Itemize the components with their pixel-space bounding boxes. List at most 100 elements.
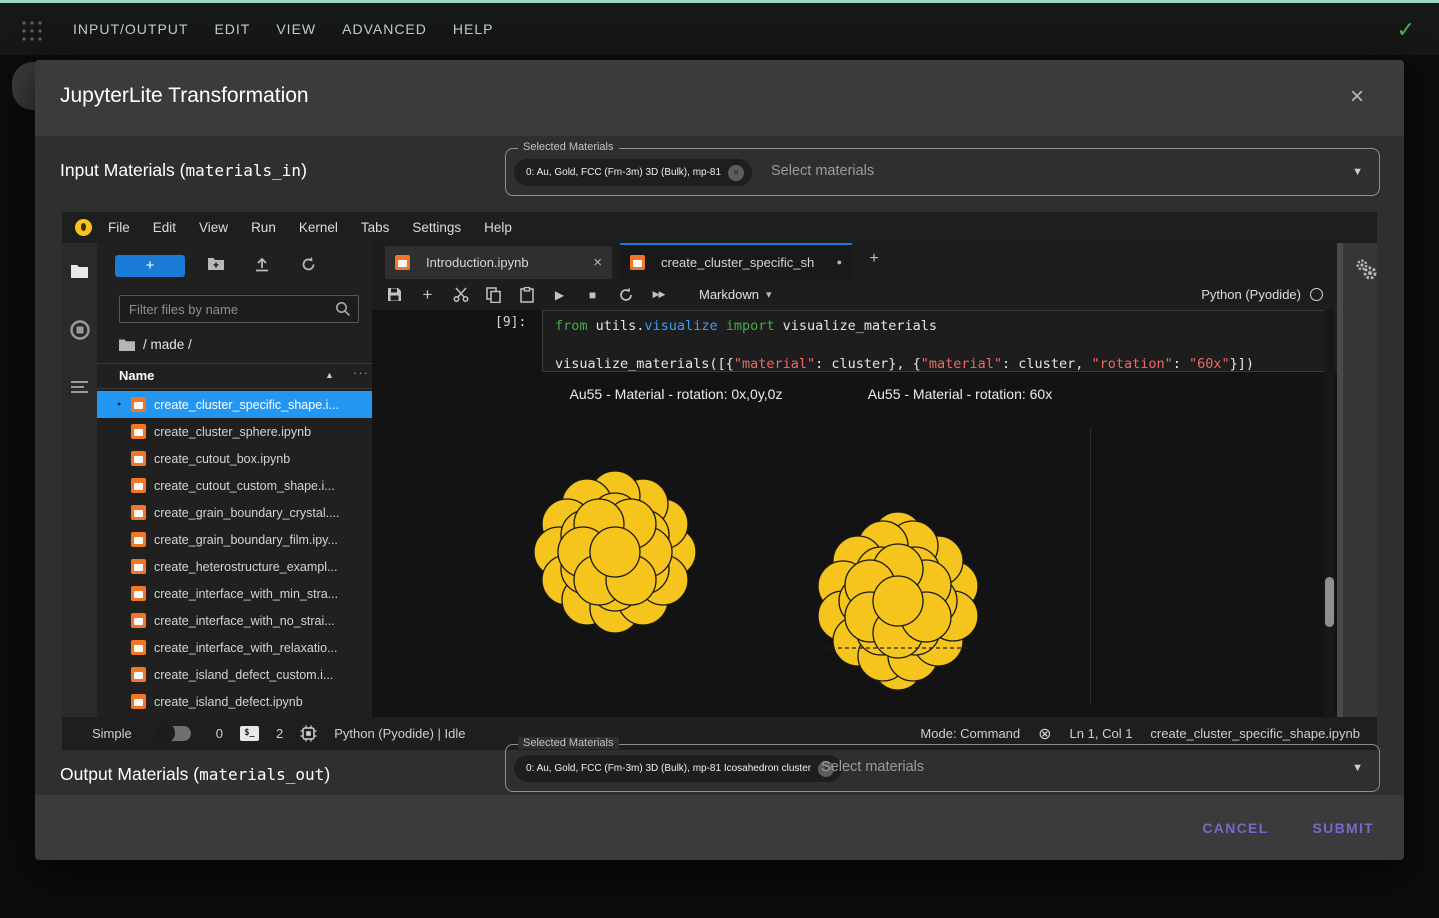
input-material-chip: 0: Au, Gold, FCC (Fm-3m) 3D (Bulk), mp-8… [514,159,753,186]
cancel-button[interactable]: CANCEL [1202,820,1268,836]
stop-icon[interactable]: ■ [582,288,603,302]
restart-kernel-icon[interactable] [615,287,636,303]
sort-asc-icon[interactable]: ▲ [325,370,334,380]
topbar-menu-edit[interactable]: EDIT [214,21,250,37]
file-row[interactable]: ●create_cutout_box.ipynb [97,445,372,472]
file-row[interactable]: ● create_cluster_specific_shape.i... [97,391,372,418]
breadcrumb[interactable]: / made / [119,337,192,352]
jupyterlite-logo-icon [75,219,92,236]
trust-shield-icon[interactable]: ⊗ [1038,724,1051,744]
cursor-position-label[interactable]: Ln 1, Col 1 [1070,726,1133,741]
notebook-icon [131,424,146,439]
kernel-name: Python (Pyodide) [1201,287,1301,302]
tab-introduction[interactable]: Introduction.ipynb × [385,246,612,279]
chip-delete-icon[interactable]: × [728,164,745,181]
notebook-icon [131,397,146,412]
jupyter-menubar: File Edit View Run Kernel Tabs Settings Help [62,212,1377,243]
new-folder-icon[interactable] [207,256,225,271]
table-of-contents-tab-icon[interactable] [70,380,89,396]
header-more-icon[interactable]: ··· [353,365,369,380]
file-browser-tab-icon[interactable] [70,262,89,279]
paste-icon[interactable] [516,286,537,303]
kernel-state-label[interactable]: Python (Pyodide) | Idle [334,726,465,741]
input-select-legend: Selected Materials [518,141,619,153]
refresh-icon[interactable] [300,256,317,273]
save-icon[interactable] [384,287,405,302]
cell-type-select[interactable]: Markdown ▾ [699,287,772,302]
jupyter-menu-settings[interactable]: Settings [412,220,461,235]
cell-type-value: Markdown [699,287,759,302]
file-row[interactable]: ●create_heterostructure_exampl... [97,553,372,580]
topbar-menu-input-output[interactable]: INPUT/OUTPUT [73,21,188,37]
jupyter-menu-run[interactable]: Run [251,220,276,235]
run-icon[interactable]: ▶ [549,288,570,302]
upload-icon[interactable] [254,256,270,272]
output-select-legend: Selected Materials [518,737,619,749]
topbar-menu-help[interactable]: HELP [453,21,494,37]
new-launcher-button[interactable]: + [115,255,185,277]
jupyter-menu-tabs[interactable]: Tabs [361,220,390,235]
file-name: create_island_defect.ipynb [154,694,303,709]
simple-mode-toggle[interactable] [154,723,191,743]
add-cell-icon[interactable]: + [417,285,438,305]
copy-icon[interactable] [483,286,504,303]
running-kernels-tab-icon[interactable] [70,320,90,340]
file-row[interactable]: ●create_island_defect.ipynb [97,688,372,715]
file-name: create_grain_boundary_crystal.... [154,505,340,520]
name-column-header[interactable]: Name [119,368,154,383]
topbar-menu-advanced[interactable]: ADVANCED [342,21,427,37]
file-row[interactable]: ●create_interface_with_no_strai... [97,607,372,634]
notebook-content[interactable]: [9]: from utils.visualize import visuali… [372,310,1377,717]
dropdown-arrow-icon[interactable]: ▼ [1352,166,1363,178]
filter-files-input[interactable] [119,295,359,323]
app-logo-dots-icon[interactable] [20,19,44,43]
jupyter-menu-help[interactable]: Help [484,220,512,235]
jupyterlite-transformation-dialog: JupyterLite Transformation × Input Mater… [35,60,1404,860]
jupyter-menu-kernel[interactable]: Kernel [299,220,338,235]
restart-run-all-icon[interactable]: ▶▶ [648,289,669,300]
confirm-check-icon[interactable]: ✓ [1397,17,1415,43]
output-label-prefix: Output Materials ( [60,764,200,784]
notebook-icon [131,613,146,628]
tab-label: Introduction.ipynb [426,255,529,270]
terminal-count: 0 [215,726,223,741]
jupyter-menu-file[interactable]: File [108,220,130,235]
open-file-dot-icon: ● [117,401,122,408]
file-row[interactable]: ●create_grain_boundary_film.ipy... [97,526,372,553]
file-row[interactable]: ●create_cluster_sphere.ipynb [97,418,372,445]
close-icon[interactable]: × [1343,84,1371,112]
kernel-status-icon [1310,288,1323,301]
folder-icon [119,339,135,351]
jupyter-menu: File Edit View Run Kernel Tabs Settings Help [108,220,512,235]
file-row[interactable]: ●create_interface_with_min_stra... [97,580,372,607]
notebook-toolbar: + ▶ ■ ▶▶ Markdown ▾ Python (Pyodide) [372,279,1337,310]
submit-button[interactable]: SUBMIT [1313,820,1374,836]
file-name: create_interface_with_no_strai... [154,613,335,628]
output-materials-label: Output Materials (materials_out) [60,764,330,785]
tab-create-cluster-specific-shape[interactable]: create_cluster_specific_sh ● [620,243,852,279]
breadcrumb-path: / made / [143,337,192,352]
jupyter-menu-edit[interactable]: Edit [153,220,176,235]
input-materials-select[interactable]: Selected Materials 0: Au, Gold, FCC (Fm-… [505,141,1380,196]
new-tab-button[interactable]: + [862,250,886,272]
scrollbar-thumb[interactable] [1325,577,1334,627]
command-mode-label: Mode: Command [920,726,1021,741]
code-cell-editor[interactable]: from utils.visualize import visualize_ma… [542,310,1377,372]
kernel-indicator[interactable]: Python (Pyodide) [1201,287,1323,302]
statusbar-left: Simple 0 $_ 2 Python (Pyodide) | Idle [92,723,466,743]
file-row[interactable]: ●create_island_defect_custom.i... [97,661,372,688]
output-caption-left: Au55 - Material - rotation: 0x,0y,0z [569,386,783,402]
cut-icon[interactable] [450,287,471,302]
file-row[interactable]: ●create_interface_with_relaxatio... [97,634,372,661]
tab-close-icon[interactable]: × [593,254,602,271]
jupyter-menu-view[interactable]: View [199,220,228,235]
file-row[interactable]: ●create_cutout_custom_shape.i... [97,472,372,499]
file-row[interactable]: ●create_grain_boundary_crystal.... [97,499,372,526]
topbar-menu-view[interactable]: VIEW [276,21,316,37]
settings-gears-icon[interactable] [1353,257,1379,283]
notebook-icon [131,640,146,655]
dropdown-arrow-icon[interactable]: ▼ [1352,762,1363,774]
output-materials-select[interactable]: Selected Materials 0: Au, Gold, FCC (Fm-… [505,737,1380,792]
notebook-icon [131,559,146,574]
file-list-header[interactable]: Name ▲ ··· [97,363,372,389]
